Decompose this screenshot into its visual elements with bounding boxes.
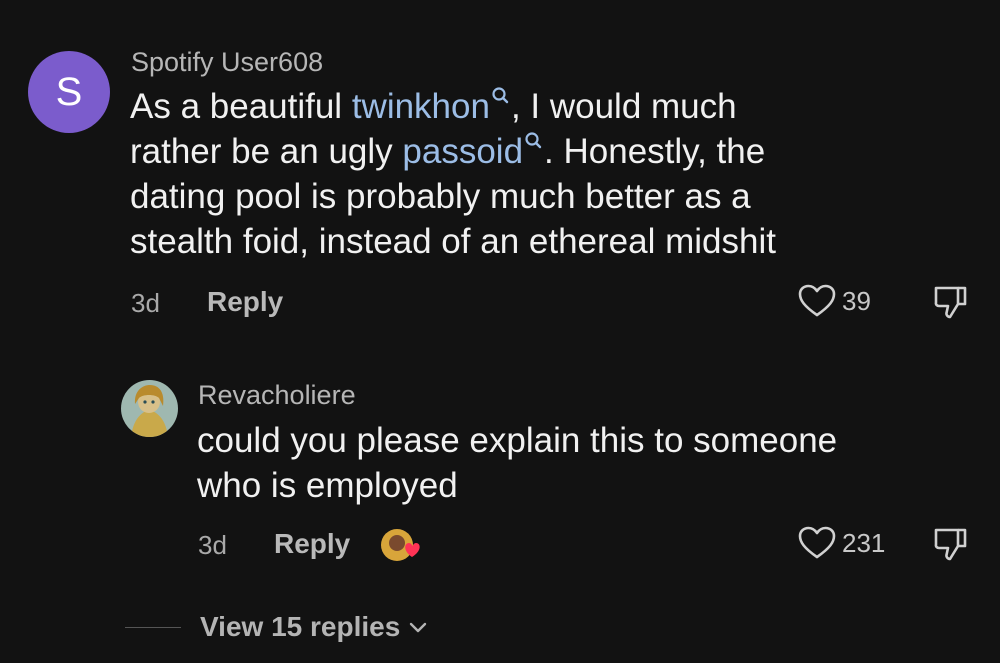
reply-button[interactable]: Reply: [207, 286, 283, 318]
heart-icon: [798, 526, 836, 559]
chevron-down-icon: [410, 622, 427, 633]
view-replies-label: View 15 replies: [200, 611, 401, 642]
comments-panel: S Spotify User608 As a beautiful twinkho…: [0, 0, 1000, 663]
search-icon: [525, 132, 542, 149]
reply-reply-button[interactable]: Reply: [274, 528, 350, 560]
thumbs-down-icon[interactable]: [932, 284, 970, 320]
avatar[interactable]: S: [28, 51, 110, 133]
creator-liked-avatar: [381, 529, 420, 561]
comment-line-4: stealth foid, instead of an ethereal mid…: [130, 222, 776, 261]
comment-text: As a beautiful twinkhon, I would much ra…: [130, 84, 776, 264]
reply-like-button[interactable]: 231: [798, 526, 885, 560]
reply-timestamp: 3d: [198, 530, 227, 560]
like-count: 39: [842, 285, 871, 316]
search-term-link[interactable]: twinkhon: [352, 87, 511, 126]
search-icon: [492, 87, 509, 104]
reply-avatar[interactable]: [121, 380, 178, 437]
thumbs-down-icon[interactable]: [932, 526, 970, 562]
reply-line-1: could you please explain this to someone: [197, 421, 838, 460]
avatar-image: [121, 380, 178, 437]
divider: [125, 627, 181, 628]
like-count: 231: [842, 527, 886, 558]
search-term-link[interactable]: passoid: [402, 132, 544, 171]
comment-line-3: dating pool is probably much better as a: [130, 177, 751, 216]
comment-line-1: As a beautiful twinkhon, I would much: [130, 87, 737, 126]
heart-icon: [798, 284, 836, 317]
reply-username[interactable]: Revacholiere: [198, 379, 356, 411]
comment-username[interactable]: Spotify User608: [131, 46, 323, 78]
avatar-letter: S: [55, 69, 83, 114]
reply-text: could you please explain this to someone…: [197, 418, 837, 508]
reply-line-2: who is employed: [197, 466, 458, 505]
comment-timestamp: 3d: [131, 288, 160, 318]
comment-line-2: rather be an ugly passoid. Honestly, the: [130, 132, 766, 171]
view-replies-button[interactable]: View 15 replies: [200, 610, 428, 644]
like-button[interactable]: 39: [798, 284, 871, 318]
